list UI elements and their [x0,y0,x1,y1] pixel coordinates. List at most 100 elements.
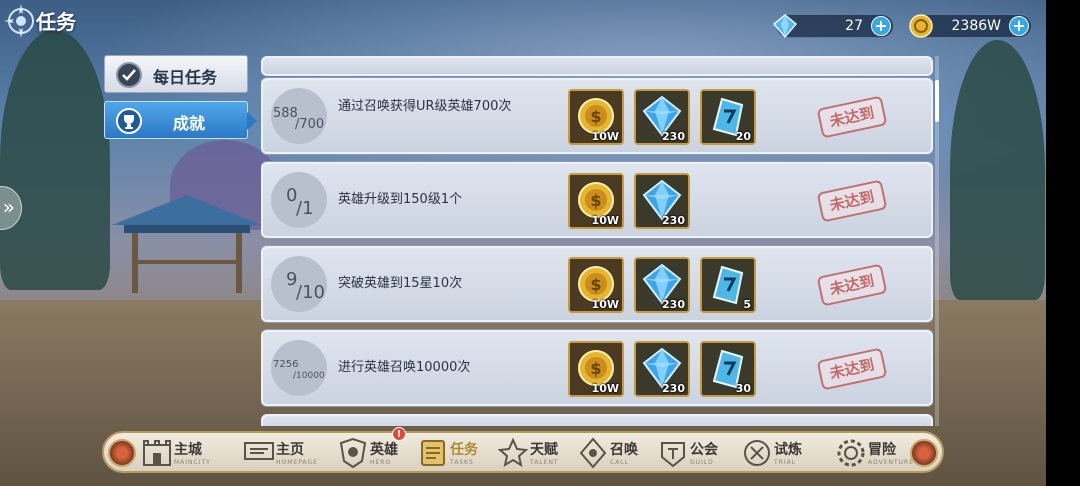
progress-total: /700 [295,117,325,132]
daily-task-icon [116,62,142,88]
reward-diamond[interactable]: 230 [634,173,690,229]
achievement-list[interactable]: 588/700 通过召唤获得UR级英雄700次 $10W 230 20 未达到 0/1 英雄升… [261,56,933,426]
nav-call[interactable]: 召唤 CALL [576,435,652,471]
tab-achievements[interactable]: 成就 [104,101,257,139]
tab-daily-tasks[interactable]: 每日任务 [104,55,248,93]
reward-crystal[interactable]: 5 [700,257,756,313]
reward-crystal[interactable]: 30 [700,341,756,397]
header: 任务 [0,0,120,44]
summon-icon [579,437,607,469]
nav-sublabel: ADVENTURE [868,459,915,466]
nav-label: 英雄 [370,442,398,458]
nav-label: 召唤 [610,442,638,458]
task-scroll-icon [421,440,445,466]
reward-amount: 230 [662,382,685,395]
reward-amount: 10W [591,214,619,227]
progress-circle: 0/1 [271,172,327,228]
list-scrollbar[interactable] [935,56,939,426]
reward-gold[interactable]: $10W [568,257,624,313]
list-item-partial [261,56,933,76]
reward-amount: 20 [735,130,751,143]
notification-badge: ! [392,427,406,441]
nav-label: 天赋 [530,442,558,458]
gold-currency: 2386W + [909,14,1032,38]
progress-current: 7256 [273,359,299,370]
reward-amount: 10W [591,382,619,395]
status-stamp: 未达到 [816,179,888,223]
reward-gold[interactable]: $10W [568,341,624,397]
nav-tasks[interactable]: 任务 TASKS [416,435,492,471]
gem-icon [772,14,798,39]
bottom-navigation: 主城 MAINCITY 主页 HOMEPAGE 英雄 HERO! 任务 TASKS 天赋 TALE… [102,427,944,473]
task-emblem-icon [4,4,34,38]
nav-guild[interactable]: 公会 GUILD [656,435,732,471]
nav-maincity[interactable]: 主城 MAINCITY [140,435,226,471]
talent-icon [497,437,529,468]
status-stamp: 未达到 [816,263,888,307]
nav-label: 主页 [276,442,304,458]
gem-currency: 27 + [772,14,894,39]
nav-sublabel: GUILD [690,459,714,466]
nav-sublabel: HOMEPAGE [276,459,318,466]
task-description: 突破英雄到15星10次 [338,276,463,291]
nav-label: 试炼 [774,442,802,458]
nav-adventure[interactable]: 冒险 ADVENTURE [834,435,913,471]
add-gold-button[interactable]: + [1009,16,1029,36]
reward-amount: 30 [735,382,751,395]
bar-ornament-left [108,439,136,467]
nav-sublabel: MAINCITY [174,459,211,466]
home-sign-icon [244,442,274,460]
nav-homepage[interactable]: 主页 HOMEPAGE [242,435,318,471]
reward-diamond[interactable]: 230 [634,341,690,397]
status-stamp: 未达到 [816,347,888,391]
svg-text:$: $ [590,359,601,378]
nav-label: 冒险 [868,442,896,458]
background-pavilion [112,195,262,293]
list-item[interactable]: 7256/10000 进行英雄召唤10000次 $10W 230 30 未达到 [261,330,933,406]
task-description: 英雄升级到150级1个 [338,192,463,207]
reward-gold[interactable]: $10W [568,89,624,145]
tab-achievements-label: 成就 [173,114,206,133]
guild-icon [661,442,685,468]
gem-count: 27 [845,18,863,34]
nav-sublabel: TASKS [450,459,474,466]
gold-coin-icon [909,14,933,38]
bar-ornament-right [910,439,938,467]
hero-icon [339,437,367,469]
list-item[interactable]: 9/10 突破英雄到15星10次 $10W 230 5 未达到 [261,246,933,322]
reward-amount: 230 [662,130,685,143]
nav-trial[interactable]: 试炼 TRIAL [740,435,816,471]
nav-sublabel: TRIAL [774,459,797,466]
background-tree [0,30,110,290]
reward-amount: 230 [662,298,685,311]
task-description: 通过召唤获得UR级英雄700次 [338,99,512,114]
nav-label: 主城 [174,442,202,458]
achievement-icon [116,108,142,134]
progress-circle: 9/10 [271,256,327,312]
nav-label: 公会 [690,442,718,458]
reward-diamond[interactable]: 230 [634,89,690,145]
nav-sublabel: HERO [370,459,392,466]
scrollbar-thumb[interactable] [935,80,939,122]
reward-amount: 230 [662,214,685,227]
reward-crystal[interactable]: 20 [700,89,756,145]
add-gem-button[interactable]: + [871,16,891,36]
adventure-gear-icon [837,439,865,467]
svg-text:$: $ [590,107,601,126]
nav-sublabel: TALENT [530,459,559,466]
list-item-partial [261,414,933,426]
nav-sublabel: CALL [610,459,629,466]
reward-amount: 10W [591,298,619,311]
reward-gold[interactable]: $10W [568,173,624,229]
nav-talent[interactable]: 天赋 TALENT [496,435,572,471]
tab-daily-tasks-label: 每日任务 [153,68,218,87]
reward-diamond[interactable]: 230 [634,257,690,313]
list-item[interactable]: 588/700 通过召唤获得UR级英雄700次 $10W 230 20 未达到 [261,78,933,154]
page-title: 任务 [36,10,76,34]
list-item[interactable]: 0/1 英雄升级到150级1个 $10W 230 未达到 [261,162,933,238]
reward-amount: 5 [743,298,751,311]
status-stamp: 未达到 [816,95,888,139]
background-tree [950,40,1045,300]
svg-text:$: $ [590,275,601,294]
progress-total: /10000 [293,371,325,381]
